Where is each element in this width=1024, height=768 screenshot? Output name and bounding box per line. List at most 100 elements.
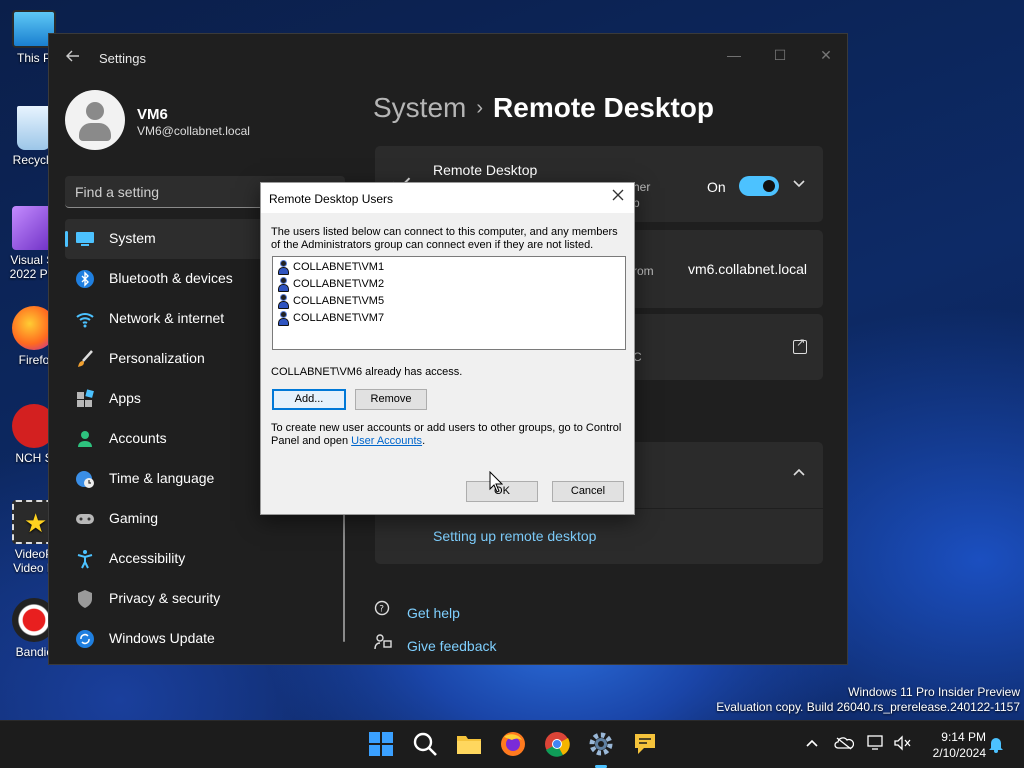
brush-icon [78, 350, 93, 367]
external-link-icon [793, 336, 807, 354]
remote-desktop-state: On [707, 179, 726, 195]
access-note: COLLABNET\VM6 already has access. [271, 366, 463, 378]
nav-label: Time & language [109, 470, 215, 486]
nav-label: Apps [109, 390, 141, 406]
feedback-icon [373, 633, 393, 654]
nav-label: Accounts [109, 430, 167, 446]
user-email: VM6@collabnet.local [137, 124, 250, 138]
user-name: VM6 [137, 106, 168, 123]
user-entry: COLLABNET\VM7 [293, 312, 385, 324]
users-listbox[interactable]: COLLABNET\VM1 COLLABNET\VM2 COLLABNET\VM… [272, 256, 626, 350]
notification-bell-icon[interactable] [986, 735, 1006, 755]
dialog-close-button[interactable] [610, 188, 626, 206]
dialog-titlebar[interactable]: Remote Desktop Users [261, 183, 634, 213]
wifi-icon [76, 313, 94, 328]
search-icon[interactable] [412, 731, 438, 757]
breadcrumb: System › Remote Desktop [373, 92, 714, 124]
nav-label: Personalization [109, 350, 205, 366]
breadcrumb-parent[interactable]: System [373, 92, 466, 123]
recycle-bin-icon [17, 106, 51, 150]
taskbar-clock[interactable]: 9:14 PM 2/10/2024 [922, 729, 986, 761]
gamepad-icon [76, 514, 94, 524]
settings-titlebar: Settings — ☐ ✕ [49, 34, 847, 82]
settings-gear-icon[interactable] [588, 731, 614, 757]
watermark-line-2: Evaluation copy. Build 26040.rs_prerelea… [716, 700, 1020, 714]
remote-desktop-users-dialog: Remote Desktop Users The users listed be… [260, 182, 635, 515]
windows-start-icon[interactable] [368, 731, 394, 757]
svg-text:?: ? [379, 605, 384, 615]
accessibility-icon [77, 550, 93, 569]
apps-icon [77, 389, 94, 407]
os-watermark: Windows 11 Pro Insider Preview Evaluatio… [716, 685, 1020, 715]
shield-icon [78, 590, 92, 608]
user-accounts-link[interactable]: User Accounts [351, 435, 422, 447]
page-title: Remote Desktop [493, 92, 714, 123]
maximize-button[interactable]: ☐ [757, 40, 803, 70]
clock-date: 2/10/2024 [932, 746, 986, 760]
mouse-cursor-icon [489, 471, 503, 493]
nav-label: System [109, 230, 156, 246]
info-end: . [422, 435, 426, 447]
avatar [65, 90, 125, 150]
give-feedback-label: Give feedback [407, 638, 497, 654]
firefox-icon[interactable] [500, 731, 526, 757]
get-help-label: Get help [407, 605, 460, 621]
nav-label: Gaming [109, 510, 159, 526]
nav-label: Bluetooth & devices [109, 270, 233, 286]
user-icon [276, 277, 291, 292]
user-icon [276, 311, 291, 326]
nav-label: Windows Update [109, 630, 215, 646]
monitor-icon [76, 232, 94, 246]
nav-label: Network & internet [109, 310, 225, 326]
close-button[interactable]: ✕ [803, 40, 847, 70]
give-feedback-link[interactable]: Give feedback [373, 633, 497, 654]
nav-label: Privacy & security [109, 590, 221, 606]
list-item[interactable]: COLLABNET\VM2 [275, 276, 623, 293]
user-entry: COLLABNET\VM5 [293, 295, 385, 307]
user-icon [276, 294, 291, 309]
volume-muted-icon[interactable] [892, 735, 912, 755]
person-icon [78, 431, 92, 447]
nav-item-accessibility[interactable]: Accessibility [65, 539, 345, 579]
chevron-down-icon[interactable] [789, 176, 809, 193]
minimize-button[interactable]: — [711, 40, 757, 70]
add-button[interactable]: Add... [272, 389, 346, 410]
pc-name-value: vm6.collabnet.local [687, 261, 807, 277]
get-help-link[interactable]: ? Get help [373, 600, 460, 621]
close-icon [612, 189, 624, 201]
clock-time: 9:14 PM [941, 730, 986, 744]
help-icon: ? [373, 600, 393, 621]
remote-desktop-title: Remote Desktop [433, 162, 538, 178]
remote-desktop-sub-1: her [633, 180, 651, 194]
list-item[interactable]: COLLABNET\VM5 [275, 293, 623, 310]
remote-desktop-toggle[interactable] [739, 176, 779, 196]
info-text: To create new user accounts or add users… [271, 422, 622, 447]
network-icon[interactable] [866, 735, 886, 755]
back-button[interactable] [63, 48, 83, 68]
feedback-hub-icon[interactable] [632, 731, 658, 757]
dialog-description: The users listed below can connect to th… [271, 226, 618, 251]
list-item[interactable]: COLLABNET\VM7 [275, 310, 623, 327]
file-explorer-icon[interactable] [456, 731, 482, 757]
toggle-knob [763, 180, 775, 192]
arrow-left-icon [66, 50, 79, 62]
nav-item-privacy[interactable]: Privacy & security [65, 579, 345, 619]
chrome-icon[interactable] [544, 731, 570, 757]
chevron-up-icon[interactable] [789, 466, 809, 483]
show-hidden-icons-button[interactable] [802, 735, 822, 755]
onedrive-icon[interactable] [834, 735, 855, 755]
bluetooth-icon [76, 270, 94, 288]
window-title: Settings [99, 51, 146, 66]
avatar-head [86, 102, 104, 120]
remove-button[interactable]: Remove [355, 389, 427, 410]
list-item[interactable]: COLLABNET\VM1 [275, 259, 623, 276]
globe-clock-icon [76, 471, 94, 488]
watermark-line-1: Windows 11 Pro Insider Preview [848, 685, 1020, 699]
breadcrumb-separator: › [476, 97, 484, 119]
avatar-body [79, 123, 111, 141]
setup-remote-desktop-link[interactable]: Setting up remote desktop [433, 528, 596, 544]
nav-item-windows-update[interactable]: Windows Update [65, 619, 345, 659]
update-icon [76, 630, 94, 648]
user-entry: COLLABNET\VM1 [293, 261, 385, 273]
cancel-button[interactable]: Cancel [552, 481, 624, 502]
